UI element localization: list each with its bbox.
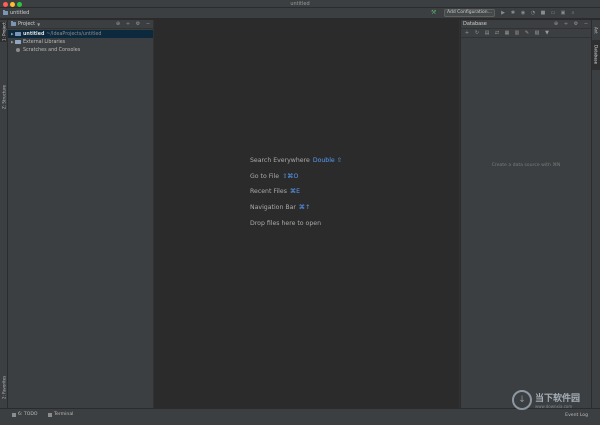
tree-item-label: External Libraries: [23, 39, 66, 45]
tree-item-path: ~/IdeaProjects/untitled: [46, 31, 102, 37]
database-panel: Database ⊕ ÷ ⚙ − + ↻ ▤ ⇄ ▦ ▥ ✎ ▧ ▼ Creat…: [461, 20, 591, 408]
hint-label: Navigation Bar: [250, 204, 296, 211]
layout-icon[interactable]: ▣: [560, 10, 566, 16]
title-bar: untitled: [0, 0, 600, 8]
add-icon[interactable]: +: [464, 30, 470, 36]
edit-icon[interactable]: ✎: [524, 30, 530, 36]
chevron-down-icon: ▼: [37, 21, 41, 27]
hint-shortcut: ⇧⌘O: [282, 173, 299, 180]
hint-shortcut: ⌘E: [289, 188, 301, 195]
stop-icon[interactable]: ■: [540, 10, 546, 16]
project-panel-tools: ⊕ ÷ ⚙ −: [115, 21, 151, 27]
project-panel: Project ▼ ⊕ ÷ ⚙ − ▶ untitled ~/IdeaProje…: [8, 20, 153, 408]
properties-icon[interactable]: ▤: [484, 30, 490, 36]
project-folder-icon: [3, 10, 8, 15]
database-toolbar: + ↻ ▤ ⇄ ▦ ▥ ✎ ▧ ▼: [461, 29, 591, 38]
tab-todo-label: 6: TODO: [18, 412, 38, 417]
refresh-icon[interactable]: ↻: [474, 30, 480, 36]
scratches-icon: [16, 48, 20, 52]
hint-label: Go to File: [250, 173, 280, 180]
hint-label: Recent Files: [250, 188, 287, 195]
search-icon[interactable]: ⌕: [570, 10, 576, 16]
tree-item-untitled[interactable]: ▶ untitled ~/IdeaProjects/untitled: [8, 30, 153, 38]
filter-icon[interactable]: ▼: [544, 30, 550, 36]
project-panel-title: Project: [18, 21, 36, 27]
database-panel-tools: ⊕ ÷ ⚙ −: [553, 21, 589, 27]
tab-database[interactable]: Database: [592, 40, 600, 70]
locate-icon[interactable]: ⊕: [115, 21, 121, 27]
coverage-icon[interactable]: ◉: [520, 10, 526, 16]
database-panel-header: Database ⊕ ÷ ⚙ −: [461, 20, 591, 29]
tree-item-external-libraries[interactable]: ▶ External Libraries: [8, 38, 153, 46]
left-tool-strip: 1: Project Z: Structure 2: Favorites: [0, 20, 8, 408]
library-icon: [15, 40, 21, 44]
tab-favorites[interactable]: 2: Favorites: [0, 370, 8, 404]
window-title: untitled: [290, 1, 310, 7]
open-folder-icon[interactable]: ▭: [550, 10, 556, 16]
hint-go-to-file: Go to File ⇧⌘O: [250, 173, 298, 180]
collapse-icon[interactable]: ÷: [563, 21, 569, 27]
tab-structure[interactable]: Z: Structure: [0, 80, 8, 114]
terminal-icon: [48, 412, 52, 417]
hint-shortcut: ⌘↑: [298, 204, 311, 211]
table-icon[interactable]: ▥: [514, 30, 520, 36]
locate-icon[interactable]: ⊕: [553, 21, 559, 27]
hint-label: Search Everywhere: [250, 157, 310, 164]
tab-ant[interactable]: Ant: [592, 24, 600, 36]
project-tree: ▶ untitled ~/IdeaProjects/untitled ▶ Ext…: [8, 29, 153, 54]
watermark-icon: ↓: [512, 390, 532, 410]
gear-icon[interactable]: ⚙: [573, 21, 579, 27]
tree-item-label: Scratches and Consoles: [23, 47, 81, 53]
database-empty-text: Create a data source with ⌘N: [491, 163, 561, 168]
watermark-text: 当下软件园 www.downxia.com: [535, 391, 580, 409]
watermark-logo: ↓ 当下软件园 www.downxia.com: [512, 390, 580, 410]
run-toolbar: ▶ ✱ ◉ ◔ ■ ▭ ▣ ⌕: [500, 10, 576, 16]
hide-icon[interactable]: −: [145, 21, 151, 27]
watermark-en: www.downxia.com: [535, 404, 573, 409]
hide-icon[interactable]: −: [583, 21, 589, 27]
tree-item-scratches[interactable]: Scratches and Consoles: [8, 46, 153, 54]
console-icon[interactable]: ▦: [504, 30, 510, 36]
collapse-icon[interactable]: ÷: [125, 21, 131, 27]
tab-todo[interactable]: 6: TODO: [12, 412, 38, 417]
run-icon[interactable]: ▶: [500, 10, 506, 16]
hint-navigation-bar: Navigation Bar ⌘↑: [250, 204, 310, 211]
module-folder-icon: [15, 32, 21, 36]
project-panel-header: Project ▼ ⊕ ÷ ⚙ −: [8, 20, 153, 29]
hint-recent-files: Recent Files ⌘E: [250, 188, 300, 195]
database-panel-title: Database: [463, 21, 487, 27]
hint-search-everywhere: Search Everywhere Double ⇧: [250, 157, 342, 164]
gear-icon[interactable]: ⚙: [135, 21, 141, 27]
profile-icon[interactable]: ◔: [530, 10, 536, 16]
todo-icon: [12, 412, 16, 417]
project-view-icon: [11, 21, 16, 26]
nav-project-label: untitled: [10, 10, 30, 16]
project-view-selector[interactable]: Project ▼: [11, 21, 40, 27]
tree-item-label: untitled: [23, 31, 45, 37]
sync-icon[interactable]: ⇄: [494, 30, 500, 36]
hint-label: Drop files here to open: [250, 220, 321, 227]
tab-terminal-label: Terminal: [54, 412, 74, 417]
tab-project[interactable]: 1: Project: [0, 22, 8, 42]
sql-icon[interactable]: ▧: [534, 30, 540, 36]
debug-icon[interactable]: ✱: [510, 10, 516, 16]
add-configuration-button[interactable]: Add Configuration...: [444, 9, 495, 17]
event-log-button[interactable]: Event Log: [565, 413, 588, 418]
watermark-cn: 当下软件园: [535, 394, 581, 404]
navigation-bar: untitled ⚒ Add Configuration... ▶ ✱ ◉ ◔ …: [0, 8, 600, 19]
hint-shortcut: Double ⇧: [312, 157, 342, 164]
bottom-tool-bar: 6: TODO Terminal Event Log: [0, 408, 600, 425]
right-tool-strip: Ant Database: [591, 20, 600, 408]
tab-terminal[interactable]: Terminal: [48, 412, 73, 417]
editor-area[interactable]: Search Everywhere Double ⇧ Go to File ⇧⌘O …: [153, 20, 460, 408]
nav-project-crumb[interactable]: untitled: [3, 10, 29, 16]
hint-drop-files: Drop files here to open: [250, 220, 321, 227]
build-hammer-icon[interactable]: ⚒: [431, 10, 437, 16]
